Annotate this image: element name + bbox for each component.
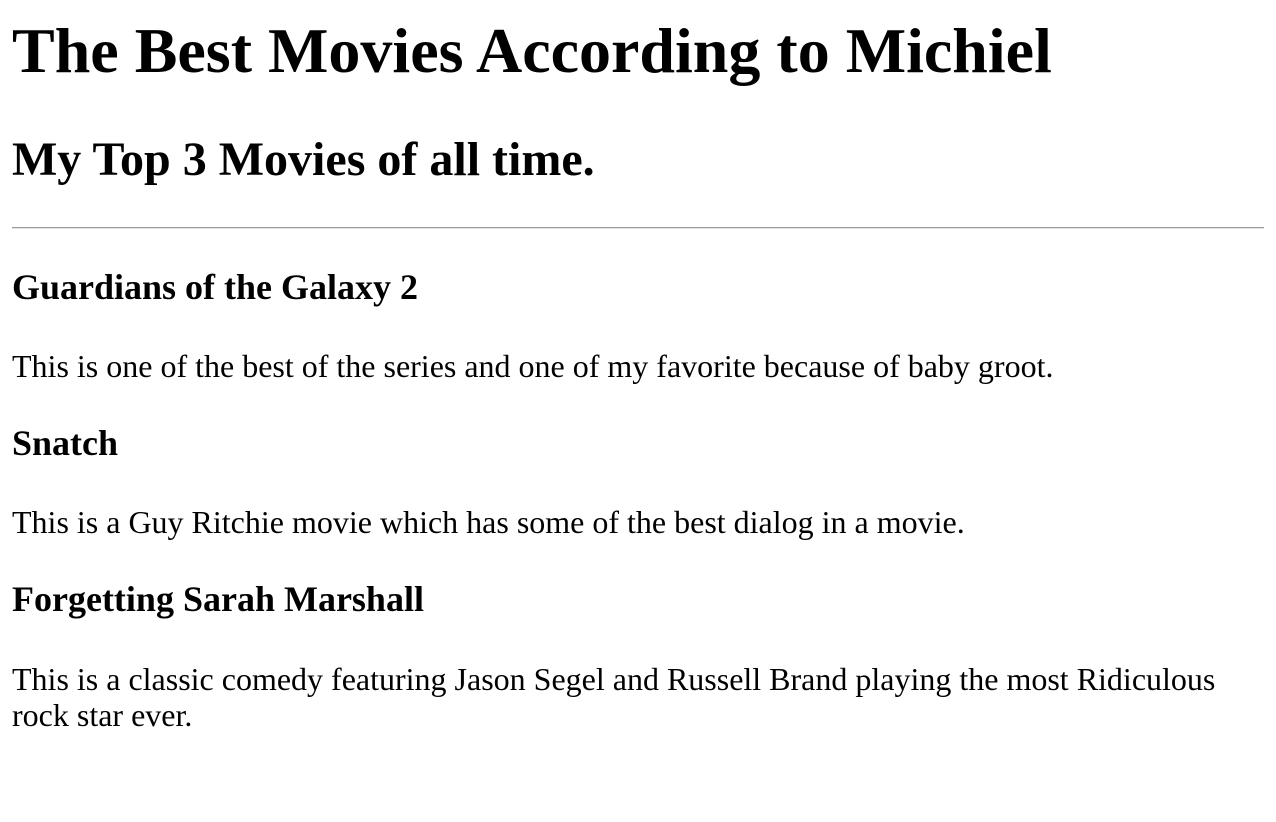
movie-title: Snatch	[12, 422, 119, 463]
page-content: The Best Movies According to Michiel My …	[0, 14, 1276, 734]
divider	[12, 226, 1264, 229]
movie-item-forgetting-sarah-marshall: Forgetting Sarah Marshall This is a clas…	[12, 579, 1264, 734]
movie-description: This is one of the best of the series an…	[12, 348, 1054, 385]
page-subtitle: My Top 3 Movies of all time.	[12, 132, 595, 186]
movie-item-snatch: Snatch This is a Guy Ritchie movie which…	[12, 423, 1264, 541]
page-title: The Best Movies According to Michiel	[12, 15, 1052, 86]
movie-description: This is a classic comedy featuring Jason…	[12, 660, 1216, 734]
movie-title: Forgetting Sarah Marshall	[12, 579, 424, 620]
movie-item-guardians: Guardians of the Galaxy 2 This is one of…	[12, 267, 1264, 385]
movie-description: This is a Guy Ritchie movie which has so…	[12, 504, 965, 541]
movie-title: Guardians of the Galaxy 2	[12, 266, 419, 307]
